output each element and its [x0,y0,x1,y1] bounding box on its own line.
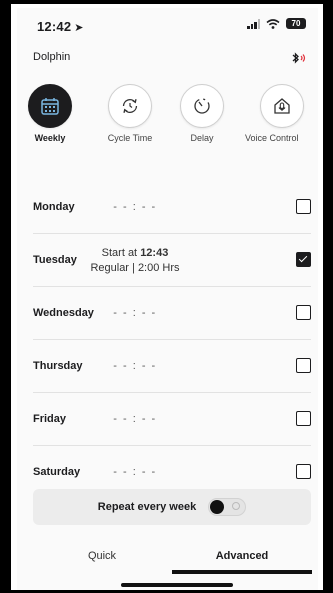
repeat-label: Repeat every week [97,501,197,513]
schedule-row-tuesday[interactable]: Tuesday Start at 12:43 Regular | 2:00 Hr… [33,234,311,287]
time-slot[interactable]: - - : - - [33,307,237,319]
bluetooth-icon[interactable] [288,52,308,64]
mode-label: Voice Control [245,133,299,143]
time-slot[interactable]: - - : - - [33,413,237,425]
day-checkbox[interactable] [296,358,311,373]
voice-control-icon [274,98,290,114]
mode-label: Cycle Time [107,133,153,143]
mode-selector: Weekly Cycle Time Delay Voice Control [17,84,318,150]
time-slot[interactable]: - - : - - [33,466,237,478]
day-checkbox[interactable] [296,411,311,426]
device-name: Dolphin [33,51,71,63]
start-time: 12:43 [140,247,169,259]
tab-advanced[interactable]: Advanced [167,550,317,562]
mode-voice-control[interactable]: Voice Control [245,84,318,143]
app-screen: 12:42 ➤ 70 Dolphin Weekly Cycle Time Del… [17,8,318,590]
repeat-toggle[interactable] [208,498,247,516]
tab-quick[interactable]: Quick [27,550,177,562]
schedule-row-wednesday[interactable]: Wednesday - - : - - [33,287,311,340]
repeat-every-week-row: Repeat every week [33,489,311,525]
mode-cycle-time[interactable]: Cycle Time [101,84,159,143]
time-slot[interactable]: Start at 12:43 Regular | 2:00 Hrs [33,246,237,276]
mode-delay[interactable]: Delay [179,84,225,143]
mode-label: Delay [190,133,214,143]
status-bar: 12:42 ➤ 70 [17,8,318,36]
mode-label: Weekly [34,133,66,143]
schedule-row-monday[interactable]: Monday - - : - - [33,181,311,234]
schedule-row-friday[interactable]: Friday - - : - - [33,393,311,446]
wifi-icon [266,18,280,29]
home-indicator[interactable] [121,583,233,587]
timer-icon [194,98,210,114]
day-checkbox[interactable] [296,252,311,267]
battery-indicator: 70 [286,18,306,29]
start-prefix: Start at [101,247,138,259]
day-checkbox[interactable] [296,464,311,479]
weekly-schedule-list: Monday - - : - - Tuesday Start at 12:43 … [33,181,311,498]
schedule-mode-tabs: Quick Advanced [17,544,318,576]
status-time: 12:42 ➤ [37,19,84,34]
time-slot[interactable]: - - : - - [33,360,237,372]
cellular-signal-icon [247,18,260,29]
day-checkbox[interactable] [296,199,311,214]
calendar-icon [41,98,59,115]
time-slot[interactable]: - - : - - [33,201,237,213]
day-checkbox[interactable] [296,305,311,320]
location-arrow-icon: ➤ [74,22,84,34]
refresh-icon [122,99,138,113]
cycle-detail: Regular | 2:00 Hrs [90,262,180,274]
schedule-row-thursday[interactable]: Thursday - - : - - [33,340,311,393]
tab-selected-indicator [172,570,312,574]
mode-weekly[interactable]: Weekly [27,84,73,143]
